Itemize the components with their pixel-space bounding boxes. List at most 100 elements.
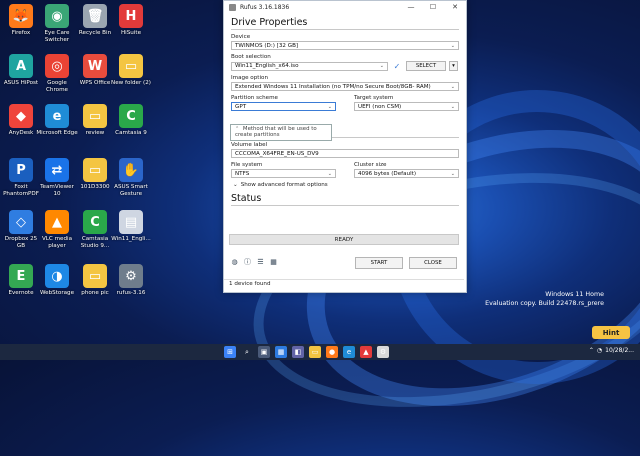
advanced-format-toggle[interactable]: ⌄ Show advanced format options [233,182,459,188]
target-system-select[interactable]: UEFI (non CSM) ⌄ [354,102,459,111]
cluster-size-value: 4096 bytes (Default) [358,170,417,177]
desktop-shortcut-label: WebStorage [39,290,75,296]
logo-text: Hint [602,328,620,337]
windows-watermark: Windows 11 Home Evaluation copy. Build 2… [485,290,604,308]
hisuite-icon: H [119,4,143,28]
wifi-icon[interactable]: ◔ [597,347,602,354]
chat-icon[interactable]: ◧ [292,346,304,358]
cluster-size-select[interactable]: 4096 bytes (Default) ⌄ [354,169,459,178]
desktop-shortcut[interactable]: ◑ WebStorage [36,264,78,297]
info-icon[interactable]: ⓘ [243,257,252,266]
chevron-down-icon: ⌄ [450,103,455,110]
chevron-down-icon: ⌄ [379,63,384,69]
file-system-value: NTFS [235,170,250,177]
window-title: Rufus 3.16.1836 [240,3,290,11]
desktop-shortcut-label: HiSuite [120,30,142,36]
desktop-shortcut[interactable]: ✋ ASUS Smart Gesture [110,158,152,198]
status-progress-bar: READY [229,234,459,245]
boot-selection-label: Boot selection [231,54,271,60]
start-icon[interactable]: ⊞ [224,346,236,358]
chevron-down-icon: ⌄ [327,103,332,110]
desktop-shortcut[interactable]: C Camtasia 9 [110,104,152,137]
desktop-shortcut[interactable]: ◉ Eye Care Switcher [36,4,78,44]
vlc-icon: ▲ [45,210,69,234]
settings-icon[interactable]: ☰ [256,257,265,266]
device-count-text: 1 device found [229,281,271,287]
chevron-down-icon: ⌄ [327,170,332,177]
desktop-shortcut-label: rufus-3.16 [116,290,146,296]
status-bar: 1 device found [224,279,464,290]
chevron-up-icon[interactable]: ⌃ [589,347,594,354]
file-explorer-icon[interactable]: ▭ [309,346,321,358]
tool-icons: ◍ ⓘ ☰ ▦ [230,257,278,266]
review-folder-icon: ▭ [83,104,107,128]
desktop-shortcut[interactable]: H HiSuite [110,4,152,37]
select-button[interactable]: SELECT [406,61,446,71]
wps-office-icon: W [83,54,107,78]
firefox-taskbar-icon[interactable]: ● [326,346,338,358]
partition-scheme-select[interactable]: GPT ⌄ [231,102,336,111]
desktop-shortcut-label: New folder (2) [111,80,151,86]
rufus-taskbar-icon[interactable]: ⚙ [377,346,389,358]
task-view-icon[interactable]: ▣ [258,346,270,358]
firefox-icon: 🦊 [9,4,33,28]
chrome-icon: ◎ [45,54,69,78]
log-icon[interactable]: ▦ [269,257,278,266]
camtasia-9-icon: C [119,104,143,128]
desktop-shortcut[interactable]: ▤ Win11_Engli... [110,210,152,243]
anydesk-icon: ◆ [9,104,33,128]
desktop-shortcut[interactable]: ◎ Google Chrome [36,54,78,94]
minimize-icon[interactable]: — [400,3,422,11]
watermark-line-1: Windows 11 Home [545,291,604,298]
clock[interactable]: 10/28/2... [605,347,634,354]
desktop-shortcut[interactable]: ▭ New folder (2) [110,54,152,87]
desktop-shortcut[interactable]: ▲ VLC media player [36,210,78,250]
select-dropdown-icon[interactable]: ▾ [449,61,458,71]
desktop-shortcut[interactable]: ⚙ rufus-3.16 [110,264,152,297]
widgets-icon[interactable]: ▦ [275,346,287,358]
edge-taskbar-icon[interactable]: e [343,346,355,358]
file-system-label: File system [231,162,263,168]
close-button[interactable]: CLOSE [409,257,457,269]
partition-scheme-label: Partition scheme [231,95,278,101]
partition-tooltip: ⌃ Method that will be used to create par… [230,124,332,141]
maximize-icon[interactable]: ☐ [422,3,444,11]
rufus-icon: ⚙ [119,264,143,288]
desktop-shortcut[interactable]: e Microsoft Edge [36,104,78,137]
asus-hipost-icon: A [9,54,33,78]
device-select[interactable]: TWINMOS (D:) [32 GB] ⌄ [231,41,459,50]
dropbox-icon: ◇ [9,210,33,234]
recycle-bin-icon: 🗑 [83,4,107,28]
start-button[interactable]: START [355,257,403,269]
file-system-select[interactable]: NTFS ⌄ [231,169,336,178]
app-taskbar-icon[interactable]: ▲ [360,346,372,358]
image-option-select[interactable]: Extended Windows 11 Installation (no TPM… [231,82,459,91]
evernote-icon: E [9,264,33,288]
boot-selection-select[interactable]: Win11_English_x64.iso ⌄ [231,61,388,71]
desktop-shortcut-label: Google Chrome [46,80,68,93]
desktop-shortcut[interactable]: ⇄ TeamViewer 10 [36,158,78,198]
taskbar: ⊞ ⌕ ▣ ▦ ◧ ▭ ● e ▲ ⚙ ⌃ ◔ 10/28/2... [0,344,640,360]
rufus-app-icon [229,3,236,11]
check-hash-icon[interactable]: ✓ [391,62,403,71]
rufus-window: Rufus 3.16.1836 — ☐ ✕ Drive Properties D… [223,0,467,293]
device-value: TWINMOS (D:) [32 GB] [235,42,299,49]
partition-scheme-value: GPT [235,103,247,110]
boot-selection-value: Win11_English_x64.iso [235,63,299,69]
image-option-value: Extended Windows 11 Installation (no TPM… [235,83,431,90]
hint-logo: Hint [592,326,630,339]
chevron-down-icon: ⌄ [450,83,455,90]
chevron-down-icon: ⌄ [450,170,455,177]
status-heading: Status [231,193,459,206]
folder-icon: ▭ [119,54,143,78]
language-icon[interactable]: ◍ [230,257,239,266]
close-icon[interactable]: ✕ [444,3,466,11]
volume-label-input[interactable]: CCCOMA_X64FRE_EN-US_DV9 [231,149,459,158]
teamviewer-icon: ⇄ [45,158,69,182]
webstorage-icon: ◑ [45,264,69,288]
title-bar[interactable]: Rufus 3.16.1836 — ☐ ✕ [224,1,466,13]
desktop-shortcut-label: Microsoft Edge [36,130,78,136]
status-ready-text: READY [334,236,354,243]
desktop-shortcut-label: Win11_Engli... [111,236,151,242]
search-icon[interactable]: ⌕ [241,346,253,358]
